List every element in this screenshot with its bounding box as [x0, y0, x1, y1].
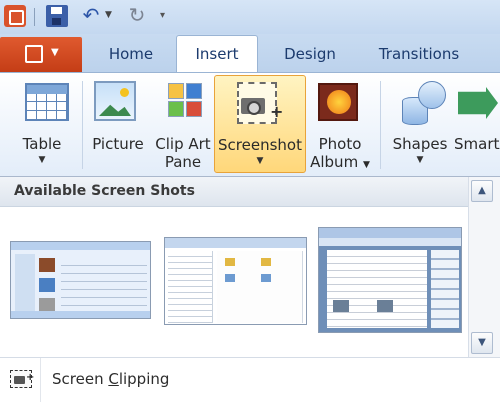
picture-label: Picture	[92, 135, 144, 153]
file-menu-icon	[25, 45, 43, 63]
photo-album-label-line2: Album ▼	[310, 153, 370, 171]
tab-home[interactable]: Home	[92, 36, 170, 72]
clip-art-pane-button[interactable]: Clip Art Pane	[151, 75, 215, 173]
ribbon-insert: Table ▼ Picture Clip Art Pane + Screensh…	[0, 72, 500, 176]
screenshot-button[interactable]: + Screenshot ▼	[214, 75, 306, 173]
shapes-dropdown-icon: ▼	[416, 155, 424, 165]
ribbon-separator	[380, 81, 381, 169]
screenshot-thumbnail[interactable]	[318, 227, 462, 333]
photo-album-label: Photo	[318, 135, 362, 153]
undo-icon[interactable]: ↶	[80, 5, 102, 27]
screen-clipping-icon	[10, 370, 34, 388]
screenshot-gallery: Available Screen Shots ▲ ▼ Screen Clippi…	[0, 176, 500, 402]
clip-art-icon	[168, 83, 202, 119]
file-dropdown-icon: ▼	[51, 47, 59, 58]
ribbon-separator	[82, 81, 83, 169]
screenshot-thumbnail[interactable]	[164, 237, 307, 325]
picture-button[interactable]: Picture	[89, 75, 147, 173]
clip-art-label-line2: Pane	[164, 153, 202, 171]
quick-access-toolbar: ↶ ▼ ↻ ▾	[0, 0, 500, 34]
toolbar-separator	[34, 8, 35, 26]
screenshot-thumbnail[interactable]	[10, 241, 151, 319]
file-tab[interactable]: ▼	[0, 37, 82, 72]
save-icon[interactable]	[46, 5, 68, 27]
redo-icon[interactable]: ↻	[126, 5, 148, 27]
shapes-label: Shapes	[392, 135, 448, 153]
tab-design[interactable]: Design	[264, 36, 356, 72]
table-icon	[25, 83, 69, 121]
scroll-down-button[interactable]: ▼	[471, 332, 493, 354]
tab-transitions[interactable]: Transitions	[364, 36, 474, 72]
gallery-title: Available Screen Shots	[14, 183, 195, 199]
table-button[interactable]: Table ▼	[6, 75, 78, 173]
photo-album-button[interactable]: Photo Album ▼	[308, 75, 372, 173]
add-icon: +	[270, 102, 284, 121]
undo-dropdown-icon[interactable]: ▼	[105, 10, 112, 20]
table-dropdown-icon: ▼	[38, 155, 46, 165]
powerpoint-icon[interactable]	[4, 5, 26, 27]
smartart-button[interactable]: SmartA	[452, 75, 500, 173]
clip-art-label: Clip Art	[155, 135, 211, 153]
smartart-icon	[458, 87, 498, 119]
photo-album-icon	[318, 83, 358, 121]
picture-icon	[94, 81, 136, 121]
screen-clipping-item[interactable]: Screen Clipping	[0, 358, 500, 402]
table-label: Table	[22, 135, 62, 153]
smartart-label: SmartA	[454, 135, 500, 153]
screenshot-label: Screenshot	[218, 136, 302, 154]
tab-insert[interactable]: Insert	[176, 35, 258, 73]
gallery-scrollbar[interactable]	[468, 177, 500, 357]
ribbon-tab-row: ▼ Home Insert Design Transitions	[0, 34, 500, 73]
screenshot-dropdown-icon: ▼	[256, 156, 264, 166]
gallery-header: Available Screen Shots	[0, 177, 468, 207]
shapes-icon	[402, 81, 446, 125]
screen-clipping-label: Screen Clipping	[52, 370, 170, 388]
scroll-up-button[interactable]: ▲	[471, 180, 493, 202]
customize-toolbar-icon[interactable]: ▾	[160, 10, 165, 21]
menu-icon-separator	[40, 358, 41, 402]
shapes-button[interactable]: Shapes ▼	[386, 75, 454, 173]
